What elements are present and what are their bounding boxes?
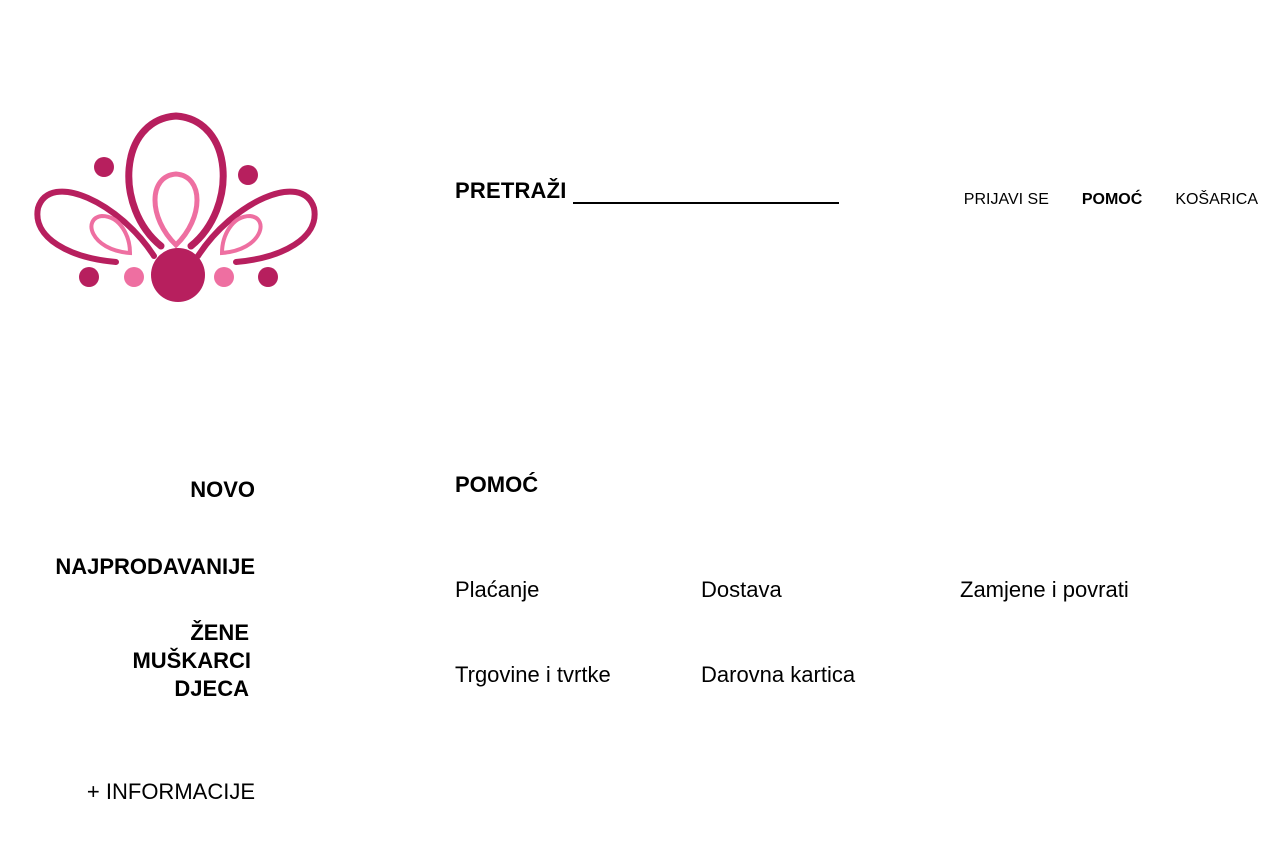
logo-right-wing	[195, 188, 318, 265]
help-link-gift-card[interactable]: Darovna kartica	[701, 661, 855, 689]
sidebar-item-men[interactable]: MUŠKARCI	[132, 647, 251, 675]
search-bar: PRETRAŽI	[455, 178, 839, 204]
cart-link[interactable]: KOŠARICA	[1175, 190, 1258, 210]
top-nav: PRIJAVI SE POMOĆ KOŠARICA	[931, 190, 1258, 210]
logo-dot	[94, 157, 114, 177]
sidebar-item-new[interactable]: NOVO	[190, 476, 255, 504]
logo-dot	[79, 267, 99, 287]
help-link-delivery[interactable]: Dostava	[701, 576, 782, 604]
sidebar-categories: ŽENE MUŠKARCI DJECA	[132, 619, 251, 703]
sidebar-item-kids[interactable]: DJECA	[132, 675, 249, 703]
search-label: PRETRAŽI	[455, 178, 567, 203]
logo-dot	[238, 165, 258, 185]
logo-inner-drop	[152, 171, 200, 249]
sidebar-item-info[interactable]: + INFORMACIJE	[87, 778, 255, 806]
logo-dot	[258, 267, 278, 287]
help-link-payment[interactable]: Plaćanje	[455, 576, 539, 604]
help-link-returns[interactable]: Zamjene i povrati	[960, 576, 1129, 604]
help-link[interactable]: POMOĆ	[1082, 190, 1142, 210]
logo-left-wing	[34, 188, 157, 265]
login-link[interactable]: PRIJAVI SE	[964, 190, 1049, 210]
logo-dot	[214, 267, 234, 287]
sidebar-item-women[interactable]: ŽENE	[132, 619, 249, 647]
sidebar-item-bestsellers[interactable]: NAJPRODAVANIJE	[55, 553, 255, 581]
logo-dot	[124, 267, 144, 287]
help-link-stores[interactable]: Trgovine i tvrtke	[455, 661, 611, 689]
search-input[interactable]	[572, 178, 839, 204]
logo-center-circle	[151, 248, 205, 302]
brand-logo[interactable]	[30, 108, 322, 308]
logo-outer-drop	[125, 112, 227, 250]
page-title: POMOĆ	[455, 472, 539, 497]
